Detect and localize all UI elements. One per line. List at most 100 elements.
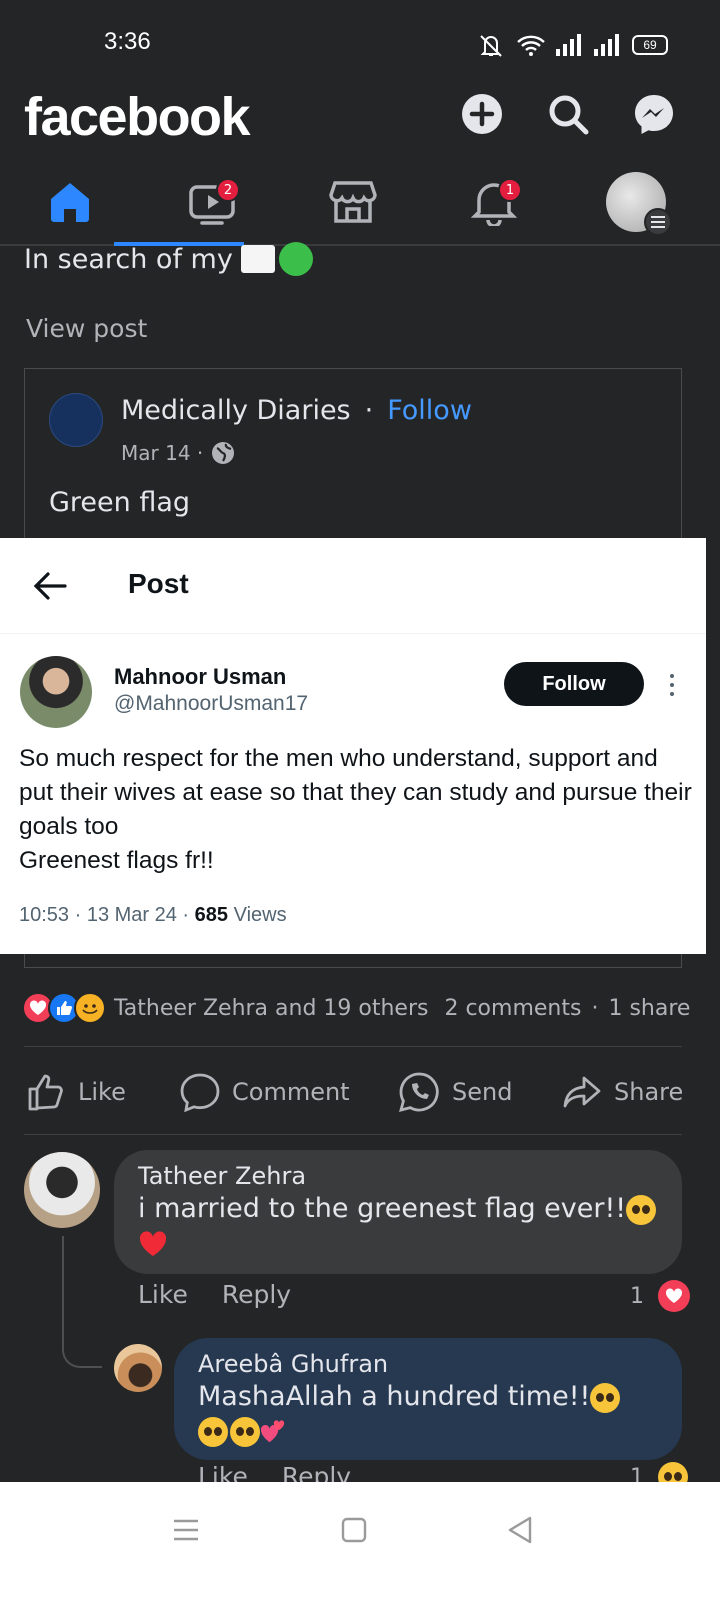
tweet-topbar: Post: [0, 538, 706, 634]
pleading-face-emoji: [230, 1416, 260, 1447]
share-button[interactable]: Share: [562, 1064, 683, 1120]
tweet-author-avatar: [20, 656, 92, 728]
commenter-avatar[interactable]: [114, 1344, 162, 1392]
create-button[interactable]: [460, 92, 504, 136]
search-icon: [549, 95, 589, 135]
tweet-text-line: Greenest flags fr!!: [19, 847, 214, 874]
comment-bubble[interactable]: Tatheer Zehra i married to the greenest …: [114, 1150, 682, 1274]
search-button[interactable]: [546, 92, 590, 136]
comment-reply-button[interactable]: Reply: [222, 1280, 291, 1309]
commenter-avatar[interactable]: [24, 1152, 100, 1228]
triangle-back-icon: [508, 1516, 532, 1544]
view-post-link[interactable]: View post: [26, 314, 147, 343]
square-icon: [341, 1517, 367, 1543]
reply-thread-line: [62, 1236, 102, 1368]
system-nav-bar: [0, 1482, 720, 1600]
comment-text-content: i married to the greenest flag ever!!: [138, 1193, 627, 1224]
facebook-logo: facebook: [24, 87, 251, 147]
reactions-summary[interactable]: Tatheer Zehra and 19 others 2 comments ·…: [22, 986, 720, 1030]
tab-video[interactable]: 2: [182, 174, 242, 230]
avatar: [606, 172, 672, 236]
comment-bubble[interactable]: Areebâ Ghufran MashaAllah a hundred time…: [174, 1338, 682, 1460]
arrow-left-icon: [33, 572, 67, 600]
notifications-badge: 1: [498, 178, 522, 202]
page-avatar[interactable]: [49, 393, 103, 447]
signal-icon: [556, 34, 581, 56]
app-header: facebook: [0, 84, 720, 156]
two-hearts-emoji: [260, 1419, 285, 1442]
vibrate-icon: [480, 35, 502, 57]
marketplace-icon: [329, 181, 377, 223]
comment-reactions[interactable]: 1: [630, 1280, 690, 1312]
green-circle-icon: [278, 242, 313, 276]
tab-notifications[interactable]: 1: [464, 174, 524, 230]
send-label: Send: [452, 1078, 513, 1106]
signal-icon-2: [594, 34, 619, 56]
follow-page-link[interactable]: Follow: [387, 395, 472, 426]
comment-icon: [180, 1073, 220, 1112]
status-bar: 3:36 69: [0, 0, 720, 84]
care-reaction-icon: [74, 992, 106, 1024]
like-button[interactable]: Like: [26, 1064, 126, 1120]
home-button[interactable]: [334, 1510, 374, 1550]
commenter-name[interactable]: Tatheer Zehra: [138, 1162, 658, 1190]
tweet-meta: 10:53 · 13 Mar 24 · 685 Views: [19, 904, 287, 927]
tweet-author-name: Mahnoor Usman: [114, 664, 287, 689]
divider: [24, 1046, 682, 1047]
post-text-content: In search of my: [24, 243, 233, 275]
share-label: Share: [614, 1078, 684, 1106]
tab-home[interactable]: [40, 174, 100, 230]
tab-menu[interactable]: [606, 172, 672, 236]
back-button[interactable]: [500, 1510, 540, 1550]
comment-button[interactable]: Comment: [180, 1064, 350, 1120]
post-date: Mar 14 ·: [121, 441, 235, 465]
commenter-name[interactable]: Areebâ Ghufran: [198, 1350, 658, 1378]
divider: [24, 1134, 682, 1135]
video-badge: 2: [216, 178, 240, 202]
whatsapp-icon: [399, 1072, 439, 1112]
post-date-text: Mar 14 ·: [121, 441, 204, 465]
like-label: Like: [78, 1078, 126, 1106]
love-reaction-icon: [658, 1280, 690, 1312]
tweet-author-handle: @MahnoorUsman17: [114, 692, 309, 715]
send-button[interactable]: Send: [398, 1064, 512, 1120]
pleading-face-emoji: [590, 1382, 621, 1413]
status-icons: 69: [476, 30, 668, 60]
globe-icon: [212, 442, 235, 464]
recents-button[interactable]: [166, 1510, 206, 1550]
separator-dot: ·: [591, 995, 599, 1021]
reaction-names[interactable]: Tatheer Zehra and 19 others: [114, 996, 428, 1021]
tweet-topbar-title: Post: [128, 568, 189, 599]
shares-count[interactable]: 1 share: [608, 996, 690, 1021]
comments-count[interactable]: 2 comments: [444, 996, 581, 1021]
red-heart-emoji: [139, 1230, 167, 1256]
comment-text: i married to the greenest flag ever!!: [138, 1192, 658, 1260]
post-actions: Like Comment Send Share: [0, 1064, 720, 1120]
messenger-button[interactable]: [632, 92, 676, 136]
pleading-face-emoji: [198, 1416, 228, 1447]
pleading-face-emoji: [626, 1194, 657, 1225]
tweet-timestamp: 10:53 · 13 Mar 24 ·: [19, 904, 195, 926]
tweet-text-line: So much respect for the men who understa…: [19, 745, 692, 840]
tweet-screenshot: Post Mahnoor Usman @MahnoorUsman17 Follo…: [0, 538, 706, 954]
white-flag-icon: [240, 245, 275, 273]
shared-post-text: Green flag: [49, 487, 191, 518]
comment-reaction-count: 1: [630, 1283, 644, 1309]
tweet-follow-button: Follow: [504, 662, 644, 706]
comment-text-content: MashaAllah a hundred time!!: [198, 1381, 591, 1412]
tweet-text: So much respect for the men who understa…: [19, 742, 695, 878]
comment-text: MashaAllah a hundred time!!: [198, 1380, 658, 1448]
comment-like-button[interactable]: Like: [138, 1280, 188, 1309]
tab-marketplace[interactable]: [323, 174, 383, 230]
shared-post-header: Medically Diaries · Follow: [121, 395, 472, 426]
status-time: 3:36: [104, 28, 151, 55]
tab-bar: 2 1: [0, 164, 720, 246]
more-options-icon: [664, 670, 680, 700]
page-name[interactable]: Medically Diaries: [121, 395, 351, 426]
separator-dot: ·: [364, 395, 374, 426]
tweet-views-label: Views: [228, 904, 287, 926]
comment-actions: Like Reply: [138, 1280, 291, 1309]
battery-icon: 69: [632, 35, 668, 55]
share-arrow-icon: [563, 1076, 601, 1108]
messenger-icon: [635, 95, 673, 134]
